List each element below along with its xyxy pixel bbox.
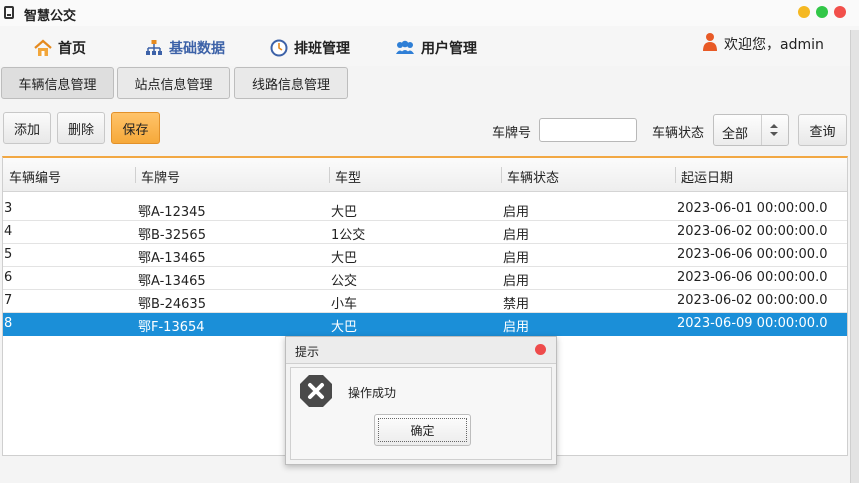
tab-label: 车辆信息管理: [18, 77, 97, 93]
column-header[interactable]: 车辆状态: [507, 167, 559, 186]
status-cell: 启用: [503, 320, 530, 335]
vehicle-id-cell: 4: [4, 224, 13, 239]
window-title: 智慧公交: [24, 9, 77, 24]
date-cell: 2023-06-02 00:00:00.0: [677, 293, 828, 308]
status-cell: 启用: [503, 251, 530, 266]
type-cell: 1公交: [331, 228, 366, 243]
error-icon: [300, 375, 332, 407]
nav-item-schedule[interactable]: 排班管理: [270, 38, 350, 58]
tab-vehicle-info[interactable]: 车辆信息管理: [1, 67, 114, 99]
dialog-title-bar: 提示: [286, 337, 556, 364]
query-button[interactable]: 查询: [798, 114, 847, 146]
nav-item-label: 用户管理: [421, 41, 477, 57]
table-row[interactable]: 4 鄂B-32565 1公交 启用 2023-06-02 00:00:00.0: [3, 221, 847, 244]
vehicle-id-cell: 7: [4, 293, 13, 308]
clock-icon: [270, 39, 288, 57]
date-cell: 2023-06-01 00:00:00.0: [677, 201, 828, 216]
status-cell: 启用: [503, 228, 530, 243]
add-button[interactable]: 添加: [3, 112, 51, 144]
tab-label: 线路信息管理: [251, 77, 330, 93]
dialog-close-button[interactable]: [535, 344, 546, 355]
nav-item-basic-data[interactable]: 基础数据: [145, 38, 225, 58]
status-cell: 启用: [503, 205, 530, 220]
updown-arrow-icon: [770, 124, 778, 136]
status-label: 车辆状态: [652, 126, 705, 141]
delete-button[interactable]: 删除: [57, 112, 105, 144]
vehicle-id-cell: 3: [4, 201, 13, 216]
welcome-text: 欢迎您，admin: [724, 37, 824, 53]
column-divider[interactable]: [501, 167, 502, 183]
status-cell: 禁用: [503, 297, 530, 312]
column-divider[interactable]: [135, 167, 136, 183]
dialog-body: 操作成功 确定: [290, 367, 552, 460]
table-row[interactable]: 3 鄂A-12345 大巴 启用 2023-06-01 00:00:00.0: [3, 198, 847, 221]
status-select[interactable]: 全部: [713, 114, 789, 146]
type-cell: 大巴: [331, 205, 358, 220]
column-header[interactable]: 车辆编号: [9, 167, 61, 186]
maximize-button[interactable]: [816, 6, 828, 18]
status-cell: 启用: [503, 274, 530, 289]
vehicle-id-cell: 5: [4, 247, 13, 262]
nav-item-home[interactable]: 首页: [34, 38, 86, 58]
column-divider[interactable]: [329, 167, 330, 183]
hierarchy-icon: [146, 40, 162, 55]
nav-item-users[interactable]: 用户管理: [395, 38, 477, 58]
alert-dialog: 提示 操作成功 确定: [285, 336, 557, 465]
nav-item-label: 基础数据: [169, 41, 225, 57]
type-cell: 大巴: [331, 320, 358, 335]
date-cell: 2023-06-02 00:00:00.0: [677, 224, 828, 239]
ok-button-label: 确定: [378, 418, 467, 442]
plate-cell: 鄂A-12345: [138, 205, 206, 220]
dialog-message: 操作成功: [348, 386, 397, 400]
users-icon: [396, 40, 414, 54]
select-divider: [761, 115, 762, 145]
table-header: 车辆编号 车牌号 车型 车辆状态 起运日期: [3, 158, 847, 192]
table-row-selected[interactable]: 8 鄂F-13654 大巴 启用 2023-06-09 00:00:00.0: [3, 313, 847, 336]
plate-cell: 鄂A-13465: [138, 274, 206, 289]
plate-cell: 鄂B-32565: [138, 228, 206, 243]
nav-item-label: 首页: [58, 41, 86, 57]
vehicle-id-cell: 6: [4, 270, 13, 285]
column-header[interactable]: 车牌号: [141, 167, 180, 186]
ok-button[interactable]: 确定: [374, 414, 471, 446]
date-cell: 2023-06-06 00:00:00.0: [677, 270, 828, 285]
plate-cell: 鄂A-13465: [138, 251, 206, 266]
plate-cell: 鄂F-13654: [138, 320, 205, 335]
table-row[interactable]: 7 鄂B-24635 小车 禁用 2023-06-02 00:00:00.0: [3, 290, 847, 313]
type-cell: 小车: [331, 297, 358, 312]
minimize-button[interactable]: [798, 6, 810, 18]
date-cell: 2023-06-09 00:00:00.0: [677, 316, 828, 331]
vehicle-id-cell: 8: [4, 316, 13, 331]
save-button[interactable]: 保存: [111, 112, 160, 144]
tab-label: 站点信息管理: [134, 77, 213, 93]
type-cell: 公交: [331, 274, 358, 289]
plate-input[interactable]: [539, 118, 637, 142]
table-row[interactable]: 6 鄂A-13465 公交 启用 2023-06-06 00:00:00.0: [3, 267, 847, 290]
date-cell: 2023-06-06 00:00:00.0: [677, 247, 828, 262]
status-select-value: 全部: [722, 127, 749, 142]
column-divider[interactable]: [675, 167, 676, 183]
column-header[interactable]: 车型: [335, 167, 361, 186]
bus-icon: [4, 6, 14, 19]
user-icon: [703, 33, 717, 51]
tab-station-info[interactable]: 站点信息管理: [117, 67, 230, 99]
plate-label: 车牌号: [492, 126, 532, 141]
dialog-title: 提示: [295, 345, 320, 359]
close-button[interactable]: [834, 6, 846, 18]
nav-item-label: 排班管理: [294, 41, 350, 57]
main-nav: 首页 基础数据 排班管理 用户管理 欢迎您，admin: [0, 26, 859, 66]
home-icon: [34, 39, 52, 56]
vertical-scrollbar[interactable]: [850, 30, 859, 483]
tab-route-info[interactable]: 线路信息管理: [234, 67, 348, 99]
table-row[interactable]: 5 鄂A-13465 大巴 启用 2023-06-06 00:00:00.0: [3, 244, 847, 267]
type-cell: 大巴: [331, 251, 358, 266]
title-bar: 智慧公交: [0, 0, 859, 27]
plate-cell: 鄂B-24635: [138, 297, 206, 312]
column-header[interactable]: 起运日期: [681, 167, 733, 186]
